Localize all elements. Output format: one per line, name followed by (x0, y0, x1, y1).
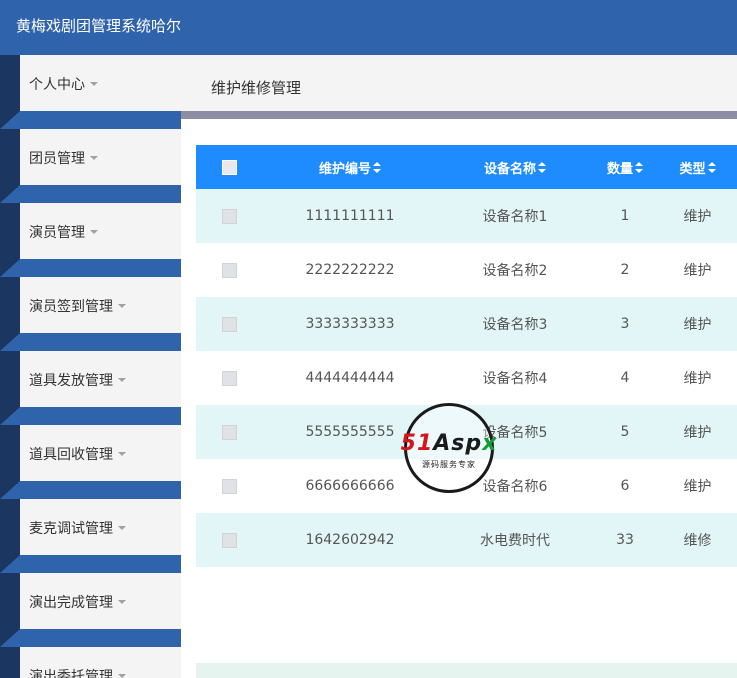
cell-code: 1642602942 (305, 532, 395, 548)
caret-down-icon (90, 82, 98, 86)
cell-type: 维护 (683, 209, 712, 225)
caret-down-icon (118, 526, 126, 530)
sidebar-item-label: 道具发放管理 (29, 370, 126, 390)
sidebar-item-prop-distribution[interactable]: 道具发放管理 (20, 351, 181, 407)
cell-type: 维修 (683, 533, 712, 549)
cell-qty: 4 (620, 370, 630, 386)
app-title: 黄梅戏剧团管理系统哈尔 (16, 17, 182, 35)
sort-icon (538, 161, 546, 173)
sidebar-item-label: 演员签到管理 (29, 296, 126, 316)
sidebar-item-label: 演员管理 (29, 222, 98, 242)
sidebar-rail (0, 55, 20, 678)
cell-name: 水电费时代 (480, 533, 550, 549)
sidebar-item-mic-testing[interactable]: 麦克调试管理 (20, 499, 181, 555)
cell-code: 4444444444 (305, 370, 395, 386)
sidebar-item-show-completion[interactable]: 演出完成管理 (20, 573, 181, 629)
row-checkbox[interactable] (221, 424, 237, 440)
cell-qty: 6 (620, 478, 630, 494)
caret-down-icon (118, 304, 126, 308)
sidebar-item-actor-checkin[interactable]: 演员签到管理 (20, 277, 181, 333)
maintenance-table: 维护编号 设备名称 数量 类型 1111111111 设备名称1 1 维护 22… (196, 145, 737, 567)
sidebar-item-member-management[interactable]: 团员管理 (20, 129, 181, 185)
column-header-type[interactable]: 类型 (658, 145, 737, 189)
sidebar-item-label: 演出完成管理 (29, 592, 126, 612)
watermark-wordmark: 51Aspx (400, 431, 498, 456)
row-checkbox[interactable] (221, 208, 237, 224)
sidebar-item-show-commission[interactable]: 演出委托管理 (20, 647, 181, 678)
row-checkbox[interactable] (221, 478, 237, 494)
cell-qty: 1 (620, 208, 630, 224)
cell-name: 设备名称4 (482, 371, 548, 387)
pagination-strip (196, 663, 737, 678)
cell-code: 3333333333 (305, 316, 395, 332)
watermark-tagline: 源码服务专家 (422, 460, 476, 469)
table-row: 2222222222 设备名称2 2 维护 (196, 243, 737, 297)
header-select-cell (196, 145, 262, 189)
sidebar-item-label: 团员管理 (29, 148, 98, 168)
column-header-name[interactable]: 设备名称 (438, 145, 592, 189)
main-content: 维护维修管理 维护编号 设备名称 数量 类型 1111111111 设备名称1 (181, 55, 737, 678)
top-bar: 黄梅戏剧团管理系统哈尔 (0, 0, 737, 55)
cell-type: 维护 (683, 479, 712, 495)
table-row: 1111111111 设备名称1 1 维护 (196, 189, 737, 243)
caret-down-icon (90, 156, 98, 160)
caret-down-icon (118, 600, 126, 604)
sidebar-item-label: 麦克调试管理 (29, 518, 126, 538)
sidebar-item-label: 演出委托管理 (29, 666, 126, 678)
row-checkbox[interactable] (221, 262, 237, 278)
sort-icon (373, 161, 381, 173)
table-row: 4444444444 设备名称4 4 维护 (196, 351, 737, 405)
cell-qty: 3 (620, 316, 630, 332)
column-header-qty[interactable]: 数量 (592, 145, 658, 189)
sidebar-item-label: 个人中心 (29, 74, 98, 94)
cell-type: 维护 (683, 317, 712, 333)
cell-code: 1111111111 (305, 208, 395, 224)
cell-type: 维护 (683, 371, 712, 387)
header-divider (181, 111, 737, 119)
cell-qty: 2 (620, 262, 630, 278)
column-header-code[interactable]: 维护编号 (262, 145, 438, 189)
caret-down-icon (118, 452, 126, 456)
table-row: 3333333333 设备名称3 3 维护 (196, 297, 737, 351)
select-all-checkbox[interactable] (221, 159, 237, 175)
row-checkbox[interactable] (221, 316, 237, 332)
caret-down-icon (118, 378, 126, 382)
cell-qty: 5 (620, 424, 630, 440)
table-row: 1642602942 水电费时代 33 维修 (196, 513, 737, 567)
watermark-logo: 51Aspx 源码服务专家 (386, 403, 512, 493)
page-header: 维护维修管理 (181, 55, 737, 111)
cell-type: 维护 (683, 263, 712, 279)
cell-qty: 33 (616, 532, 634, 548)
sidebar-item-personal-center[interactable]: 个人中心 (20, 55, 181, 111)
sidebar-item-label: 道具回收管理 (29, 444, 126, 464)
row-checkbox[interactable] (221, 532, 237, 548)
cell-name: 设备名称3 (482, 317, 548, 333)
sort-icon (635, 161, 643, 173)
sort-icon (707, 161, 716, 173)
sidebar-item-prop-recovery[interactable]: 道具回收管理 (20, 425, 181, 481)
cell-code: 2222222222 (305, 262, 395, 278)
page-title: 维护维修管理 (211, 79, 302, 97)
cell-type: 维护 (683, 425, 712, 441)
sidebar-item-actor-management[interactable]: 演员管理 (20, 203, 181, 259)
sidebar: 个人中心 团员管理 演员管理 演员签到管理 道具发放管理 道具回收管理 麦克调试… (0, 55, 181, 678)
table-header: 维护编号 设备名称 数量 类型 (196, 145, 737, 189)
row-checkbox[interactable] (221, 370, 237, 386)
caret-down-icon (90, 230, 98, 234)
cell-name: 设备名称2 (482, 263, 548, 279)
cell-name: 设备名称1 (482, 209, 548, 225)
caret-down-icon (118, 674, 126, 678)
